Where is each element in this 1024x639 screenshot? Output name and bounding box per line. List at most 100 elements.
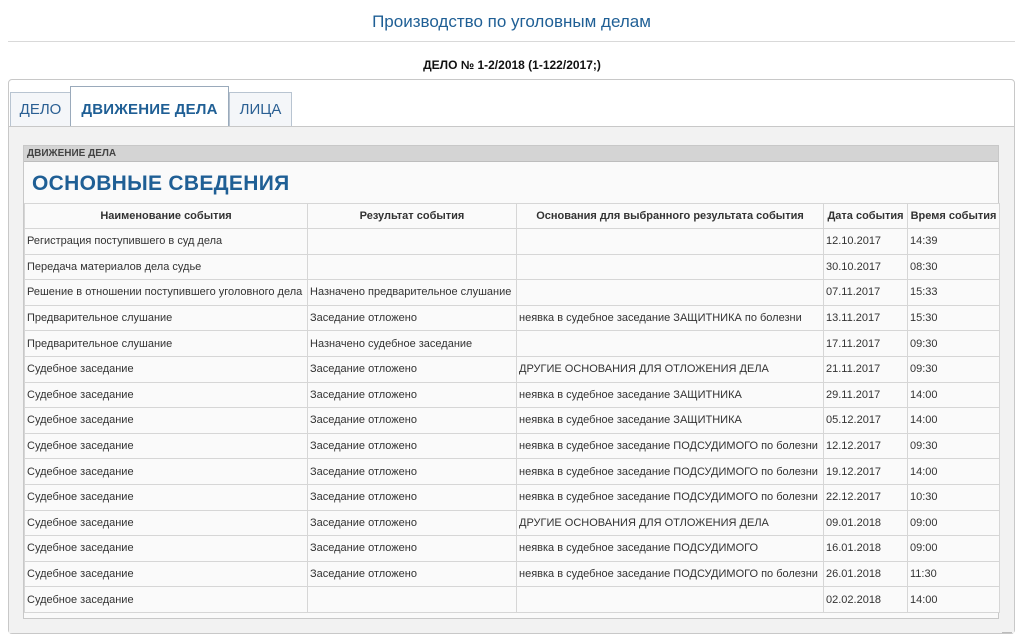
event-name-cell: Решение в отношении поступившего уголовн… — [24, 279, 308, 306]
event-result-cell — [307, 586, 517, 613]
event-result-cell: Заседание отложено — [307, 432, 517, 460]
page-title: Производство по уголовным делам — [372, 12, 651, 31]
event-grounds-cell: неявка в судебное заседание ЗАЩИТНИКА — [516, 381, 824, 409]
column-event-result: Результат события — [307, 203, 517, 229]
event-date-cell: 22.12.2017 — [823, 483, 908, 511]
event-name-cell: Судебное заседание — [24, 458, 308, 485]
event-result-cell — [307, 228, 517, 255]
table-row: Судебное заседание Заседание отложено неяв… — [24, 432, 1000, 460]
event-grounds-cell — [516, 330, 824, 357]
section-title: ОСНОВНЫЕ СВЕДЕНИЯ — [32, 172, 290, 195]
event-time-cell: 15:33 — [907, 279, 1000, 306]
section-label: ДВИЖЕНИЕ ДЕЛА — [24, 146, 998, 162]
table-row: Судебное заседание Заседание отложено неяв… — [24, 535, 1000, 562]
page-header: Производство по уголовным делам — [8, 0, 1015, 42]
event-result-cell: Заседание отложено — [307, 355, 517, 383]
event-date-cell: 02.02.2018 — [823, 586, 908, 613]
table-row: Судебное заседание 02.02.2018 14:00 — [24, 586, 1000, 613]
event-name-cell: Передача материалов дела судье — [24, 253, 308, 281]
event-date-cell: 09.01.2018 — [823, 509, 908, 537]
event-time-cell: 14:00 — [907, 458, 1000, 485]
event-name-cell: Судебное заседание — [24, 432, 308, 460]
tab-case-movement[interactable]: ДВИЖЕНИЕ ДЕЛА — [70, 86, 229, 127]
table-row: Судебное заседание Заседание отложено ДРУГ… — [24, 355, 1000, 383]
event-result-cell: Заседание отложено — [307, 535, 517, 562]
event-time-cell: 09:30 — [907, 432, 1000, 460]
column-event-time: Время события — [907, 203, 1000, 229]
event-date-cell: 19.12.2017 — [823, 458, 908, 485]
event-result-cell: Заседание отложено — [307, 407, 517, 434]
event-grounds-cell: ДРУГИЕ ОСНОВАНИЯ ДЛЯ ОТЛОЖЕНИЯ ДЕЛА — [516, 509, 824, 537]
event-grounds-cell — [516, 253, 824, 281]
table-row: Предварительное слушание Назначено судебн… — [24, 330, 1000, 357]
event-date-cell: 26.01.2018 — [823, 560, 908, 588]
column-event-grounds: Основания для выбранного результата собы… — [516, 203, 824, 229]
event-result-cell: Заседание отложено — [307, 483, 517, 511]
event-name-cell: Судебное заседание — [24, 381, 308, 409]
column-event-name: Наименование события — [24, 203, 308, 229]
event-grounds-cell: неявка в судебное заседание ПОДСУДИМОГО … — [516, 458, 824, 485]
table-row: Решение в отношении поступившего уголовн… — [24, 279, 1000, 306]
table-row: Судебное заседание Заседание отложено ДРУГ… — [24, 509, 1000, 537]
event-date-cell: 13.11.2017 — [823, 304, 908, 332]
event-result-cell — [307, 253, 517, 281]
column-event-date: Дата события — [823, 203, 908, 229]
event-name-cell: Судебное заседание — [24, 407, 308, 434]
event-date-cell: 29.11.2017 — [823, 381, 908, 409]
tab-case[interactable]: ДЕЛО — [10, 92, 71, 126]
case-panel: ДЕЛО ДВИЖЕНИЕ ДЕЛА ЛИЦА ДВИЖЕНИЕ ДЕЛА ОС… — [8, 79, 1015, 634]
event-time-cell: 15:30 — [907, 304, 1000, 332]
event-name-cell: Предварительное слушание — [24, 330, 308, 357]
event-grounds-cell — [516, 228, 824, 255]
event-name-cell: Судебное заседание — [24, 355, 308, 383]
event-grounds-cell — [516, 279, 824, 306]
event-result-cell: Заседание отложено — [307, 560, 517, 588]
table-row: Передача материалов дела судье 30.10.2017… — [24, 253, 1000, 281]
event-time-cell: 08:30 — [907, 253, 1000, 281]
event-name-cell: Регистрация поступившего в суд дела — [24, 228, 308, 255]
event-name-cell: Предварительное слушание — [24, 304, 308, 332]
event-time-cell: 14:39 — [907, 228, 1000, 255]
event-time-cell: 11:30 — [907, 560, 1000, 588]
event-date-cell: 05.12.2017 — [823, 407, 908, 434]
tab-content: ДВИЖЕНИЕ ДЕЛА ОСНОВНЫЕ СВЕДЕНИЯ Наименов… — [9, 126, 1014, 633]
table-row: Судебное заседание Заседание отложено неяв… — [24, 407, 1000, 434]
table-row: Судебное заседание Заседание отложено неяв… — [24, 381, 1000, 409]
event-time-cell: 14:00 — [907, 407, 1000, 434]
table-header-row: Наименование события Результат события Осн… — [24, 203, 1000, 229]
table-row: Предварительное слушание Заседание отложе… — [24, 304, 1000, 332]
event-grounds-cell: неявка в судебное заседание ЗАЩИТНИКА по… — [516, 304, 824, 332]
event-time-cell: 14:00 — [907, 381, 1000, 409]
event-time-cell: 09:30 — [907, 330, 1000, 357]
event-name-cell: Судебное заседание — [24, 560, 308, 588]
event-result-cell: Назначено судебное заседание — [307, 330, 517, 357]
event-time-cell: 09:30 — [907, 355, 1000, 383]
event-date-cell: 07.11.2017 — [823, 279, 908, 306]
event-grounds-cell — [516, 586, 824, 613]
event-grounds-cell: неявка в судебное заседание ПОДСУДИМОГО … — [516, 432, 824, 460]
table-row: Судебное заседание Заседание отложено неяв… — [24, 458, 1000, 485]
event-grounds-cell: неявка в судебное заседание ПОДСУДИМОГО … — [516, 560, 824, 588]
event-result-cell: Заседание отложено — [307, 304, 517, 332]
event-result-cell: Назначено предварительное слушание — [307, 279, 517, 306]
tab-bar: ДЕЛО ДВИЖЕНИЕ ДЕЛА ЛИЦА — [9, 86, 1014, 127]
event-date-cell: 30.10.2017 — [823, 253, 908, 281]
event-grounds-cell: неявка в судебное заседание ПОДСУДИМОГО — [516, 535, 824, 562]
event-name-cell: Судебное заседание — [24, 483, 308, 511]
event-grounds-cell: неявка в судебное заседание ЗАЩИТНИКА — [516, 407, 824, 434]
event-result-cell: Заседание отложено — [307, 381, 517, 409]
event-grounds-cell: неявка в судебное заседание ПОДСУДИМОГО … — [516, 483, 824, 511]
event-date-cell: 16.01.2018 — [823, 535, 908, 562]
case-movement-section: ДВИЖЕНИЕ ДЕЛА ОСНОВНЫЕ СВЕДЕНИЯ Наименов… — [23, 145, 1000, 619]
table-row: Судебное заседание Заседание отложено неяв… — [24, 560, 1000, 588]
tab-persons[interactable]: ЛИЦА — [229, 92, 292, 126]
event-date-cell: 12.12.2017 — [823, 432, 908, 460]
event-name-cell: Судебное заседание — [24, 535, 308, 562]
table-row: Регистрация поступившего в суд дела 12.10… — [24, 228, 1000, 255]
event-date-cell: 12.10.2017 — [823, 228, 908, 255]
event-date-cell: 17.11.2017 — [823, 330, 908, 357]
table-row: Судебное заседание Заседание отложено неяв… — [24, 483, 1000, 511]
event-name-cell: Судебное заседание — [24, 509, 308, 537]
event-grounds-cell: ДРУГИЕ ОСНОВАНИЯ ДЛЯ ОТЛОЖЕНИЯ ДЕЛА — [516, 355, 824, 383]
events-table: Наименование события Результат события Осн… — [24, 203, 1000, 613]
